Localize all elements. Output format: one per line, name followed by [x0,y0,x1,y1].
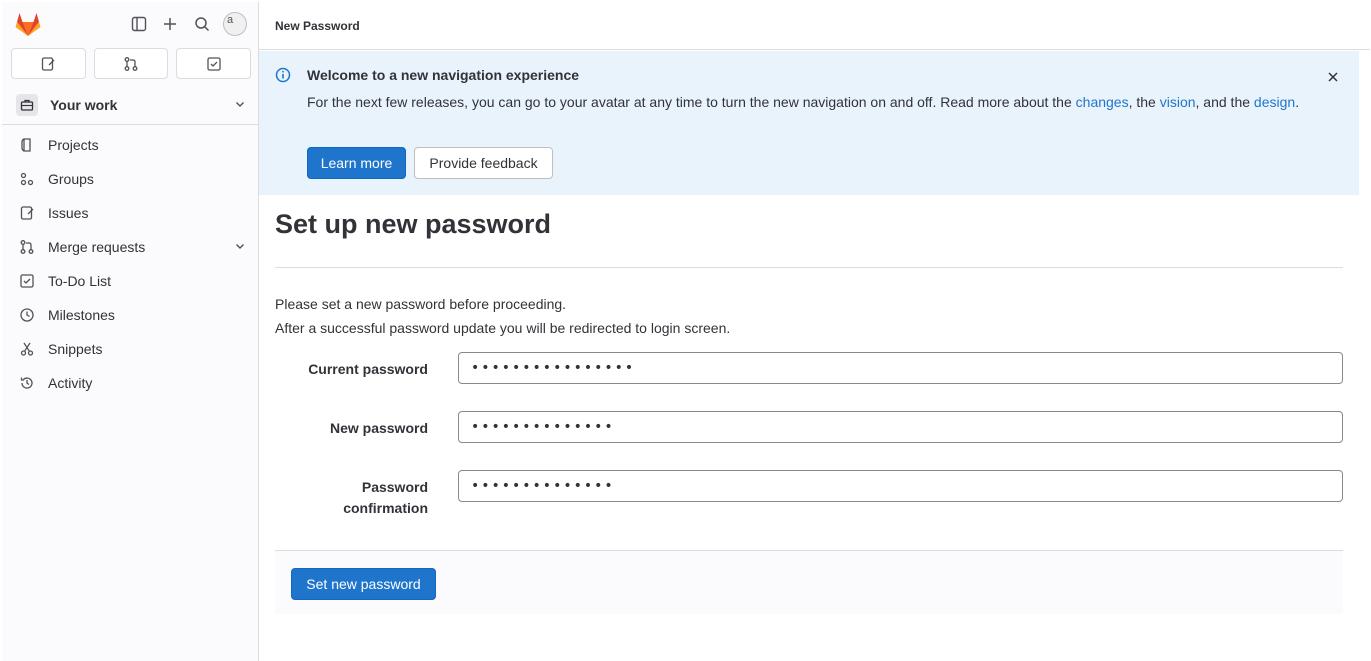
merge-request-icon [18,238,36,256]
sidebar: a Your work Projects Groups Issues Merge… [2,2,259,661]
close-icon[interactable] [1323,67,1343,87]
app-window: a Your work Projects Groups Issues Merge… [0,0,1371,661]
issues-icon [18,204,36,222]
current-password-label: Current password [308,361,428,377]
new-password-field[interactable]: •••••••••••••• [458,411,1343,443]
banner-text: For the next few releases, you can go to… [307,92,1307,112]
intro-text-2: After a successful password update you w… [275,320,731,336]
sidebar-item-milestones[interactable]: Milestones [10,298,254,332]
new-navigation-banner: Welcome to a new navigation experience F… [259,51,1359,195]
page-title: Set up new password [275,209,552,239]
sidebar-item-label: Groups [48,171,94,187]
sidebar-item-label: Issues [48,205,89,221]
sidebar-item-label: To-Do List [48,273,112,289]
changes-link[interactable]: changes [1076,94,1129,110]
sidebar-item-label: Milestones [48,307,115,323]
todo-icon [207,56,221,71]
info-icon [275,67,291,83]
password-confirmation-label-line1: Password [361,479,428,495]
project-icon [18,136,36,154]
current-password-field[interactable]: •••••••••••••••• [458,352,1343,384]
sidebar-item-label: Activity [48,375,93,391]
sidebar-item-merge-requests[interactable]: Merge requests [10,230,254,264]
banner-title: Welcome to a new navigation experience [307,67,580,83]
todos-counter-button[interactable] [176,48,252,79]
top-bar: New Password [259,2,1370,50]
sidebar-item-activity[interactable]: Activity [10,366,254,400]
history-icon [18,374,36,392]
provide-feedback-button[interactable]: Provide feedback [414,147,553,179]
issues-counter-button[interactable] [11,48,86,79]
learn-more-button[interactable]: Learn more [307,147,406,179]
sidebar-item-snippets[interactable]: Snippets [10,332,254,366]
sidebar-item-label: Projects [48,137,99,153]
banner-text-part: , and the [1195,94,1254,110]
sidebar-header: a [2,2,258,46]
sidebar-item-todo-list[interactable]: To-Do List [10,264,254,298]
vision-link[interactable]: vision [1160,94,1196,110]
group-icon [18,170,36,188]
password-confirmation-label-line2: confirmation [343,500,428,516]
password-confirmation-label: Password confirmation [275,477,428,519]
avatar[interactable]: a [223,12,247,36]
sidebar-item-projects[interactable]: Projects [10,128,254,162]
clock-icon [18,306,36,324]
banner-text-part: , the [1128,94,1160,110]
scissors-icon [18,340,36,358]
avatar-alt-text: a [227,14,234,26]
work-briefcase-icon [16,94,38,116]
banner-text-part: . [1295,94,1300,110]
set-new-password-button[interactable]: Set new password [291,568,436,600]
plus-icon[interactable] [159,13,181,35]
password-confirmation-field[interactable]: •••••••••••••• [458,470,1343,502]
new-password-label: New password [329,420,428,436]
sidebar-item-groups[interactable]: Groups [10,162,254,196]
context-label: Your work [50,97,118,113]
sidebar-item-label: Snippets [48,341,103,357]
sidebar-divider [2,124,258,125]
merge-request-icon [124,56,138,71]
title-divider [275,267,1343,268]
design-link[interactable]: design [1254,94,1295,110]
search-icon[interactable] [191,13,213,35]
breadcrumb[interactable]: New Password [275,19,360,33]
form-actions: Set new password [275,550,1343,614]
todo-icon [18,272,36,290]
gitlab-logo-icon[interactable] [14,11,42,37]
chevron-down-icon [236,244,244,249]
sidebar-item-issues[interactable]: Issues [10,196,254,230]
context-switcher[interactable]: Your work [10,88,254,122]
sidebar-counters [11,48,252,80]
banner-text-part: For the next few releases, you can go to… [307,94,1076,110]
sidebar-nav: Projects Groups Issues Merge requests To… [10,128,254,400]
issues-icon [42,56,55,71]
intro-text-1: Please set a new password before proceed… [275,296,567,312]
sidebar-toggle-icon[interactable] [128,13,150,35]
sidebar-item-label: Merge requests [48,239,146,255]
merge-requests-counter-button[interactable] [93,48,169,79]
chevron-down-icon [236,102,244,107]
